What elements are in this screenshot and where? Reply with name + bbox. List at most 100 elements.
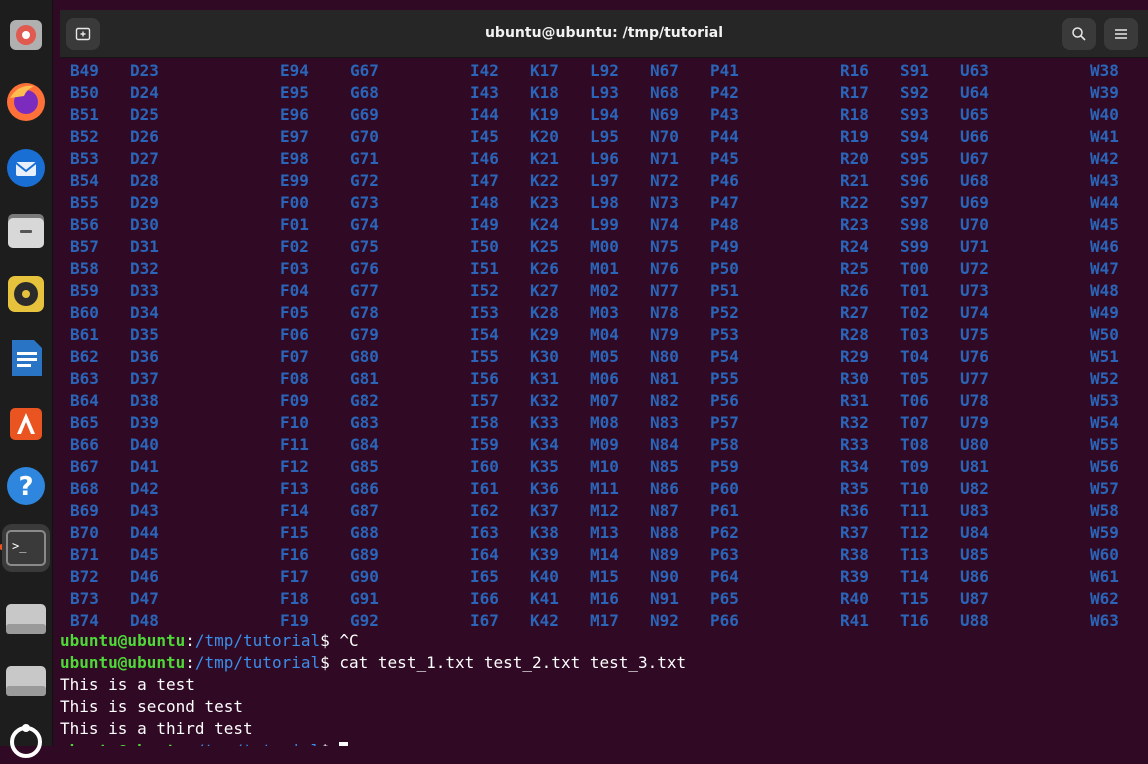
grid-cell: T12 bbox=[900, 523, 929, 542]
grid-cell: U84 bbox=[960, 523, 989, 542]
grid-cell: I61 bbox=[470, 479, 499, 498]
grid-cell: S94 bbox=[900, 127, 929, 146]
grid-row: B55 D29 F00 G73 I48 K23 L98 N73 P47 R22 S97 U69 W44 bbox=[70, 192, 1148, 214]
grid-cell: P66 bbox=[710, 611, 739, 630]
grid-cell: B71 bbox=[70, 545, 99, 564]
grid-cell: G86 bbox=[350, 479, 379, 498]
firefox-icon[interactable] bbox=[2, 78, 50, 126]
grid-cell: G80 bbox=[350, 347, 379, 366]
menu-button[interactable] bbox=[1104, 18, 1138, 50]
grid-cell: T09 bbox=[900, 457, 929, 476]
grid-cell: N88 bbox=[650, 523, 679, 542]
new-tab-icon bbox=[75, 27, 91, 41]
grid-cell: B63 bbox=[70, 369, 99, 388]
grid-cell: G79 bbox=[350, 325, 379, 344]
grid-cell: U75 bbox=[960, 325, 989, 344]
grid-cell: P57 bbox=[710, 413, 739, 432]
grid-cell: M14 bbox=[590, 545, 619, 564]
terminal-content[interactable]: B49 D23 E94 G67 I42 K17 L92 N67 P41 R16 S91 U63 W38 B… bbox=[60, 58, 1148, 746]
grid-cell: P44 bbox=[710, 127, 739, 146]
grid-cell: B52 bbox=[70, 127, 99, 146]
grid-row: B68 D42 F13 G86 I61 K36 M11 N86 P60 R35 T10 U82 W57 bbox=[70, 478, 1148, 500]
grid-cell: N74 bbox=[650, 215, 679, 234]
grid-cell: U81 bbox=[960, 457, 989, 476]
grid-cell: G68 bbox=[350, 83, 379, 102]
grid-cell: D24 bbox=[130, 83, 159, 102]
grid-cell: I55 bbox=[470, 347, 499, 366]
grid-cell: M13 bbox=[590, 523, 619, 542]
grid-cell: I60 bbox=[470, 457, 499, 476]
grid-cell: G76 bbox=[350, 259, 379, 278]
grid-cell: M16 bbox=[590, 589, 619, 608]
grid-cell: I48 bbox=[470, 193, 499, 212]
thunderbird-icon[interactable] bbox=[2, 144, 50, 192]
prompt-symbol: $ bbox=[320, 653, 330, 672]
grid-cell: W58 bbox=[1090, 501, 1119, 520]
grid-cell: I66 bbox=[470, 589, 499, 608]
grid-cell: R41 bbox=[840, 611, 869, 630]
grid-cell: D47 bbox=[130, 589, 159, 608]
grid-cell: F08 bbox=[280, 369, 309, 388]
grid-cell: B74 bbox=[70, 611, 99, 630]
grid-cell: G82 bbox=[350, 391, 379, 410]
grid-cell: R33 bbox=[840, 435, 869, 454]
grid-cell: M12 bbox=[590, 501, 619, 520]
grid-cell: N71 bbox=[650, 149, 679, 168]
ubuntu-icon[interactable] bbox=[2, 716, 50, 764]
grid-cell: B73 bbox=[70, 589, 99, 608]
grid-cell: D27 bbox=[130, 149, 159, 168]
grid-cell: K36 bbox=[530, 479, 559, 498]
grid-cell: F10 bbox=[280, 413, 309, 432]
files-icon[interactable] bbox=[2, 206, 50, 254]
grid-cell: P56 bbox=[710, 391, 739, 410]
grid-row: B49 D23 E94 G67 I42 K17 L92 N67 P41 R16 S91 U63 W38 bbox=[70, 60, 1148, 82]
grid-cell: B50 bbox=[70, 83, 99, 102]
writer-icon[interactable] bbox=[2, 334, 50, 382]
help-icon[interactable]: ? bbox=[2, 462, 50, 510]
terminal-window: ubuntu@ubuntu: /tmp/tutorial B49 D23 E94 G6… bbox=[60, 10, 1148, 746]
grid-cell: U85 bbox=[960, 545, 989, 564]
grid-row: B61 D35 F06 G79 I54 K29 M04 N79 P53 R28 T03 U75 W50 bbox=[70, 324, 1148, 346]
search-button[interactable] bbox=[1062, 18, 1096, 50]
grid-cell: P42 bbox=[710, 83, 739, 102]
grid-cell: S92 bbox=[900, 83, 929, 102]
grid-cell: U69 bbox=[960, 193, 989, 212]
new-tab-button[interactable] bbox=[66, 18, 100, 50]
drive-icon-2[interactable] bbox=[2, 656, 50, 704]
grid-cell: N89 bbox=[650, 545, 679, 564]
rhythmbox-icon[interactable] bbox=[2, 270, 50, 318]
grid-cell: P47 bbox=[710, 193, 739, 212]
grid-cell: B51 bbox=[70, 105, 99, 124]
grid-cell: I50 bbox=[470, 237, 499, 256]
grid-cell: I58 bbox=[470, 413, 499, 432]
grid-cell: I56 bbox=[470, 369, 499, 388]
grid-cell: U72 bbox=[960, 259, 989, 278]
grid-cell: I46 bbox=[470, 149, 499, 168]
grid-row: B69 D43 F14 G87 I62 K37 M12 N87 P61 R36 T11 U83 W58 bbox=[70, 500, 1148, 522]
grid-cell: N82 bbox=[650, 391, 679, 410]
grid-cell: F17 bbox=[280, 567, 309, 586]
grid-cell: W55 bbox=[1090, 435, 1119, 454]
grid-cell: G74 bbox=[350, 215, 379, 234]
grid-cell: P49 bbox=[710, 237, 739, 256]
terminal-lines: ubuntu@ubuntu:/tmp/tutorial$ ^C ubuntu@u… bbox=[60, 630, 1148, 746]
svg-text:>_: >_ bbox=[12, 539, 27, 553]
grid-cell: W46 bbox=[1090, 237, 1119, 256]
app-center-icon[interactable] bbox=[2, 398, 50, 446]
grid-cell: I52 bbox=[470, 281, 499, 300]
terminal-icon[interactable]: >_ bbox=[2, 524, 50, 572]
drive-icon[interactable] bbox=[2, 594, 50, 642]
grid-cell: S98 bbox=[900, 215, 929, 234]
prompt-symbol: $ bbox=[320, 741, 330, 746]
output-line: This is a third test bbox=[60, 719, 253, 738]
prompt-user: ubuntu@ubuntu bbox=[60, 631, 186, 650]
disk-usage-icon[interactable] bbox=[2, 10, 50, 58]
grid-cell: W38 bbox=[1090, 61, 1119, 80]
grid-cell: M08 bbox=[590, 413, 619, 432]
grid-cell: P45 bbox=[710, 149, 739, 168]
grid-cell: F07 bbox=[280, 347, 309, 366]
grid-row: B72 D46 F17 G90 I65 K40 M15 N90 P64 R39 T14 U86 W61 bbox=[70, 566, 1148, 588]
grid-cell: S96 bbox=[900, 171, 929, 190]
grid-cell: R40 bbox=[840, 589, 869, 608]
grid-cell: D29 bbox=[130, 193, 159, 212]
